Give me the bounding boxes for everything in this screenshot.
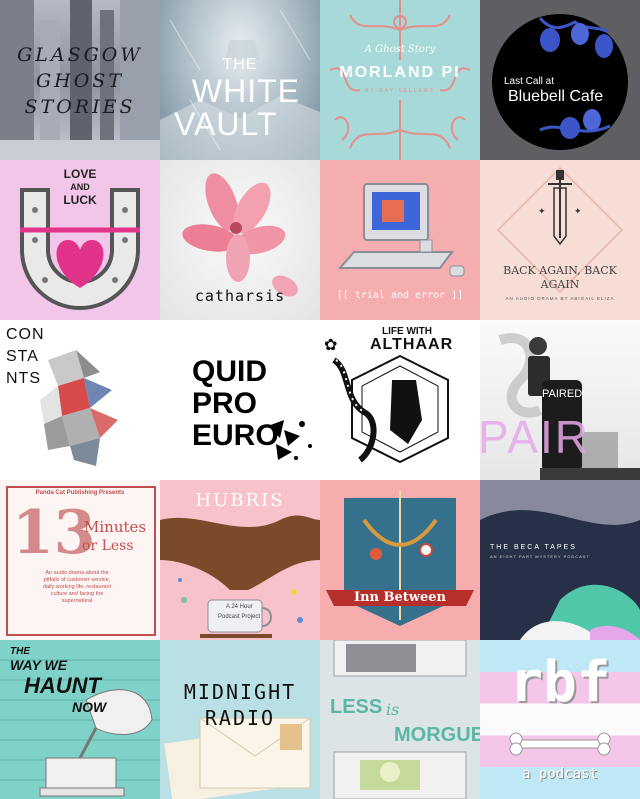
- wave-shapes-image: [480, 480, 640, 640]
- love-line-3: LUCK: [63, 193, 97, 207]
- back-again-title-2: AGAIN: [540, 278, 580, 291]
- svg-text:✿: ✿: [324, 335, 337, 354]
- hubris-title: HUBRIS: [195, 490, 285, 511]
- althaar-line-2: ALTHAAR: [370, 336, 454, 353]
- minutes-number: 13: [12, 498, 96, 568]
- catharsis-title: catharsis: [194, 287, 286, 305]
- white-vault-line-2: WHITE: [191, 73, 300, 109]
- beca-sub: AN EIGHT PART MYSTERY PODCAST: [490, 554, 590, 559]
- cover-quid-pro-euro[interactable]: QUID PRO EURO: [160, 320, 320, 480]
- cover-glasgow-ghost-stories[interactable]: GLASGOW GHOST STORIES: [0, 0, 160, 160]
- love-line-1: LOVE: [63, 167, 97, 181]
- morgue-line-2: is: [386, 700, 400, 719]
- haunt-line-2: WAY WE: [10, 657, 68, 673]
- bluebell-line-2: Bluebell Cafe: [508, 88, 604, 105]
- hubris-note-1: A 24 Hour: [226, 604, 253, 610]
- bluebell-line-1: Last Call at: [504, 76, 555, 87]
- haunt-line-3: HAUNT: [24, 673, 101, 698]
- cover-rbf[interactable]: rbf a podcast: [480, 640, 640, 799]
- cover-midnight-radio[interactable]: MIDNIGHT RADIO: [160, 640, 320, 799]
- rbf-sub: a podcast: [522, 766, 598, 782]
- cover-the-way-we-haunt-now[interactable]: THE WAY WE HAUNT NOW: [0, 640, 160, 799]
- morgue-line-1: LESS: [330, 696, 383, 718]
- paired-big-text: PAIR: [480, 411, 590, 463]
- trial-title: [[ trial and error ]]: [336, 290, 464, 301]
- cover-life-with-althaar[interactable]: ✿ LIFE WITH ALTHAAR: [320, 320, 480, 480]
- minutes-word: Minutes: [84, 518, 147, 536]
- hubris-note-2: Podcast Project: [218, 614, 261, 620]
- morland-title: MORLAND PI: [339, 64, 461, 81]
- cover-less-is-morgue[interactable]: LESS is MORGUE: [320, 640, 480, 799]
- beca-title: THE BECA TAPES: [490, 544, 577, 551]
- midnight-line-2: RADIO: [204, 706, 276, 730]
- midnight-line-1: MIDNIGHT: [183, 680, 297, 704]
- paired-title: PAIRED: [542, 388, 583, 400]
- cover-trial-and-error[interactable]: [[ trial and error ]]: [320, 160, 480, 320]
- podcast-cover-grid: GLASGOW GHOST STORIES THE WHITE VAULT A …: [0, 0, 640, 799]
- cover-morland-pi[interactable]: A Ghost Story MORLAND PI BY RAY SELLERS: [320, 0, 480, 160]
- morgue-drawers-image: [333, 640, 467, 799]
- cover-inn-between[interactable]: Inn Between: [320, 480, 480, 640]
- glasgow-title-line-2: GHOST: [35, 70, 124, 92]
- cover-the-white-vault[interactable]: THE WHITE VAULT: [160, 0, 320, 160]
- cover-hubris[interactable]: HUBRIS A 24 Hour Podcast Project: [160, 480, 320, 640]
- shatter-fragments-image: [268, 420, 312, 460]
- haunt-line-4: NOW: [72, 699, 107, 715]
- cover-the-beca-tapes[interactable]: THE BECA TAPES AN EIGHT PART MYSTERY POD…: [480, 480, 640, 640]
- cover-paired[interactable]: PAIR PAIRED: [480, 320, 640, 480]
- cover-constants[interactable]: CON STA NTS: [0, 320, 160, 480]
- morland-byline: BY RAY SELLERS: [365, 88, 435, 94]
- svg-text:✦: ✦: [574, 207, 582, 217]
- haunt-line-1: THE: [10, 646, 30, 657]
- back-again-title: BACK AGAIN, BACK: [503, 264, 617, 277]
- morland-subtitle: A Ghost Story: [364, 44, 436, 55]
- cover-13-minutes-or-less[interactable]: Panda Cat Publishing Presents 13 Minutes…: [0, 480, 160, 640]
- cover-catharsis[interactable]: catharsis: [160, 160, 320, 320]
- minutes-presents: Panda Cat Publishing Presents: [35, 490, 125, 496]
- minutes-description: An audio drama about the pitfalls of cus…: [42, 570, 112, 604]
- glasgow-title-line-3: STORIES: [24, 96, 136, 118]
- back-again-byline: AN AUDIO DRAMA BY ABIGAIL ELIZA: [505, 296, 615, 301]
- inn-title: Inn Between: [354, 590, 446, 605]
- geometric-shards-image: [40, 350, 118, 466]
- glasgow-title-line-1: GLASGOW: [17, 44, 143, 66]
- white-vault-line-3: VAULT: [174, 106, 278, 142]
- minutes-word-2: or Less: [82, 538, 134, 554]
- cover-back-again[interactable]: ✦ ✦ BACK AGAIN, BACK AGAIN AN AUDIO DRAM…: [480, 160, 640, 320]
- morgue-line-3: MORGUE: [394, 724, 480, 746]
- white-vault-line-1: THE: [222, 56, 258, 73]
- cover-last-call-bluebell-cafe[interactable]: Last Call at Bluebell Cafe: [480, 0, 640, 160]
- svg-text:✦: ✦: [538, 207, 546, 217]
- crest-banner-image: [326, 490, 474, 626]
- cover-love-and-luck[interactable]: LOVE AND LUCK: [0, 160, 160, 320]
